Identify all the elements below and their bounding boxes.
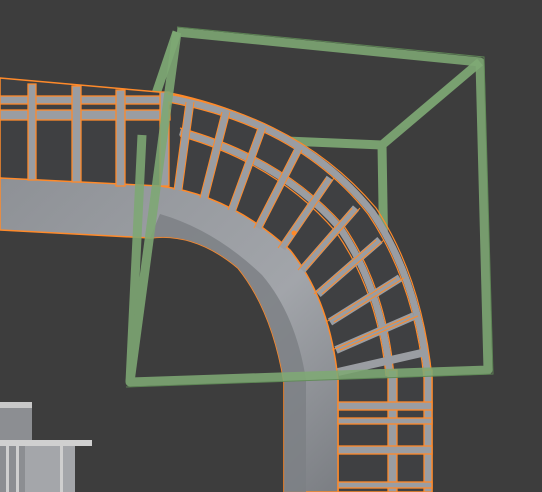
viewport-canvas[interactable] [0, 0, 542, 492]
object-origin-icon[interactable] [291, 230, 297, 236]
railing-mesh[interactable] [0, 402, 92, 492]
3d-viewport[interactable] [0, 0, 542, 492]
